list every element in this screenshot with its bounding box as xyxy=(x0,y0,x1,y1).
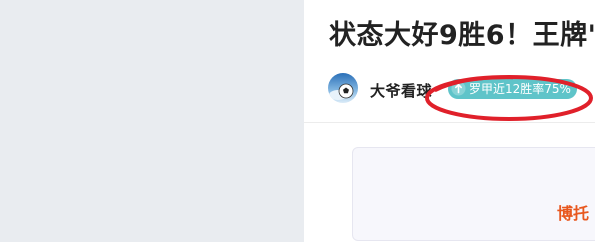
page: 状态大好9胜6！王牌' 大爷看球 罗甲近12胜率75% 博托 xyxy=(0,0,595,242)
left-gutter xyxy=(0,0,304,242)
preview-card-text: 博托 xyxy=(557,204,590,223)
soccer-ball-avatar-icon[interactable] xyxy=(328,73,358,103)
author-name[interactable]: 大爷看球 xyxy=(370,80,432,101)
article-panel: 状态大好9胜6！王牌' 大爷看球 罗甲近12胜率75% 博托 xyxy=(304,0,595,242)
header-divider xyxy=(304,122,595,123)
article-title: 状态大好9胜6！王牌' xyxy=(329,20,595,51)
win-rate-badge[interactable]: 罗甲近12胜率75% xyxy=(448,79,577,99)
preview-card[interactable]: 博托 xyxy=(352,147,595,241)
avatar-image xyxy=(328,73,358,103)
arrow-up-circle-icon xyxy=(451,81,466,96)
badge-label: 罗甲近12胜率75% xyxy=(469,82,571,96)
